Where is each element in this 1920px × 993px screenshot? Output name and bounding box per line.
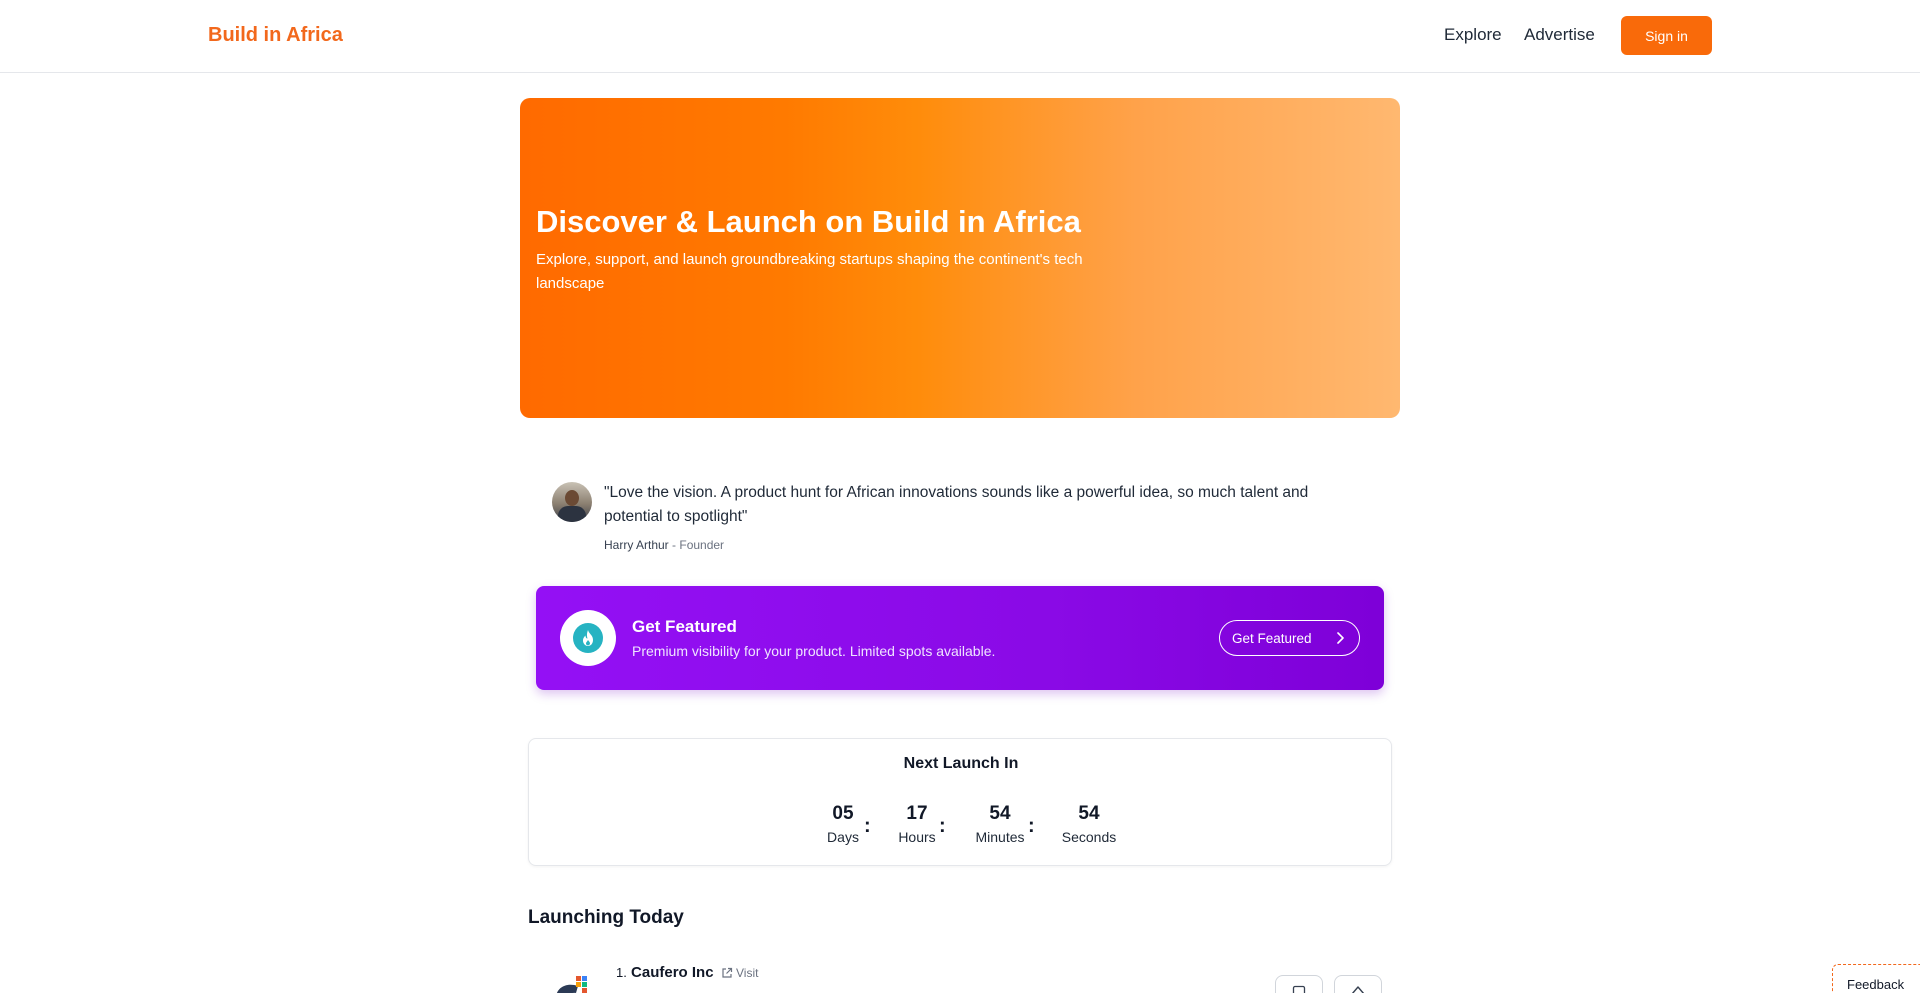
featured-title: Get Featured: [632, 617, 737, 636]
countdown-title: Next Launch In: [903, 755, 1019, 772]
testimonial-separator: -: [668, 538, 680, 552]
site-logo[interactable]: Build in Africa: [208, 24, 343, 47]
product-visit-link[interactable]: Visit: [721, 966, 758, 980]
testimonial-attribution: Harry Arthur - Founder: [604, 538, 724, 552]
countdown-seconds-label: Seconds: [1061, 829, 1117, 845]
countdown-days-value: 05: [832, 803, 854, 824]
testimonial-role: Founder: [679, 538, 725, 552]
nav-explore-link[interactable]: Explore: [1444, 25, 1502, 45]
get-featured-banner: Get Featured Premium visibility for your…: [536, 586, 1384, 690]
product-title[interactable]: 1. Caufero Inc: [616, 964, 714, 981]
visit-label: Visit: [736, 966, 759, 980]
flame-icon: [573, 623, 603, 653]
hero-subtitle: Explore, support, and launch groundbreak…: [536, 251, 1083, 292]
testimonial-avatar: [552, 482, 592, 522]
hero-banner: Discover & Launch on Build in Africa Exp…: [520, 98, 1400, 418]
feedback-tab[interactable]: Feedback: [1832, 964, 1920, 993]
get-featured-button[interactable]: Get Featured: [1219, 620, 1360, 656]
product-name: Caufero Inc: [631, 964, 714, 981]
featured-badge: [560, 610, 616, 666]
product-logo: [552, 974, 598, 993]
testimonial-author: Harry Arthur: [604, 538, 669, 552]
get-featured-button-label: Get Featured: [1232, 630, 1312, 646]
countdown-separator: :: [939, 815, 946, 837]
countdown-days-label: Days: [827, 829, 859, 845]
avatar-body: [558, 506, 586, 522]
external-link-icon: [722, 967, 733, 978]
top-navbar: Build in Africa Explore Advertise Sign i…: [0, 0, 1920, 73]
comment-button[interactable]: [1275, 975, 1323, 993]
avatar-face: [565, 490, 579, 506]
comment-icon: [1292, 985, 1306, 993]
sign-in-button[interactable]: Sign in: [1621, 16, 1712, 55]
countdown-separator: :: [864, 815, 871, 837]
hero-title: Discover & Launch on Build in Africa: [536, 204, 1081, 239]
launching-today-heading: Launching Today: [528, 907, 684, 928]
countdown-seconds-value: 54: [1078, 803, 1100, 824]
chevron-right-icon: [1337, 632, 1344, 644]
testimonial-quote: "Love the vision. A product hunt for Afr…: [604, 484, 1309, 525]
launch-countdown: Next Launch In 05 Days : 17 Hours : 54 M…: [528, 738, 1392, 866]
featured-subtitle: Premium visibility for your product. Lim…: [632, 643, 996, 659]
nav-advertise-link[interactable]: Advertise: [1524, 25, 1595, 45]
upvote-icon: [1351, 986, 1365, 993]
countdown-days: 05 Days: [815, 803, 871, 845]
upvote-button[interactable]: [1334, 975, 1382, 993]
countdown-seconds: 54 Seconds: [1043, 803, 1135, 845]
countdown-separator: :: [1028, 815, 1035, 837]
product-rank: 1.: [616, 965, 627, 980]
